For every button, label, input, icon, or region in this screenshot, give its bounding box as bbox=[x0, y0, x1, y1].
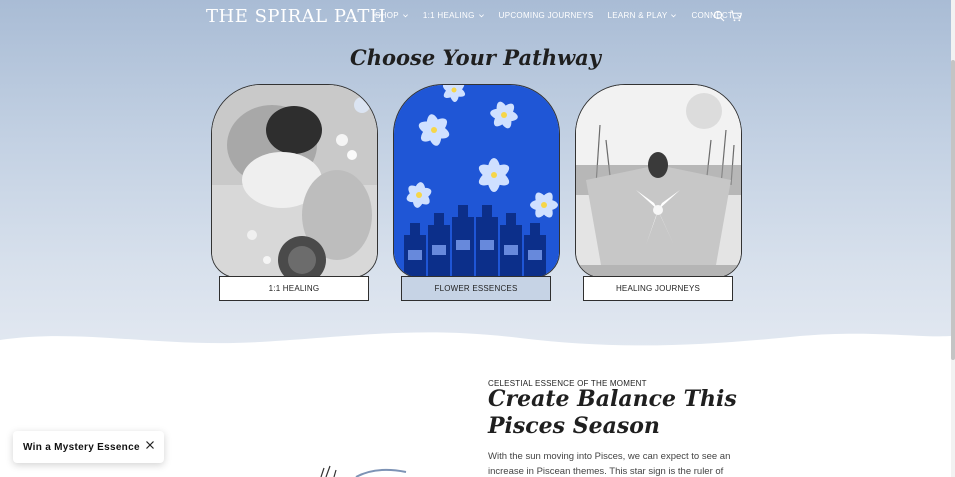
nav-item-learn-play[interactable]: LEARN & PLAY bbox=[608, 11, 678, 20]
nav-item-label: 1:1 HEALING bbox=[422, 11, 475, 20]
nav-item-healing[interactable]: 1:1 HEALING bbox=[423, 11, 485, 20]
popup-text[interactable]: Win a Mystery Essence bbox=[23, 442, 140, 453]
cart-icon[interactable] bbox=[730, 10, 742, 22]
wave-divider bbox=[0, 332, 951, 360]
search-icon[interactable] bbox=[713, 10, 725, 22]
nav-item-label: UPCOMING JOURNEYS bbox=[498, 11, 594, 20]
scrollbar-thumb[interactable] bbox=[951, 60, 955, 360]
pathway-card-flower-essences[interactable]: FLOWER ESSENCES bbox=[393, 84, 560, 302]
nav-item-label: SHOP bbox=[375, 11, 399, 20]
chevron-down-icon bbox=[671, 14, 677, 18]
chevron-down-icon bbox=[402, 14, 408, 18]
nav-item-shop[interactable]: SHOP bbox=[375, 11, 409, 20]
pathway-card-healing-journeys[interactable]: HEALING JOURNEYS bbox=[575, 84, 742, 302]
close-icon[interactable] bbox=[145, 440, 155, 450]
card-button-healing-journeys[interactable]: HEALING JOURNEYS bbox=[583, 276, 733, 301]
main-nav: SHOP 1:1 HEALING UPCOMING JOURNEYS LEARN… bbox=[375, 11, 743, 20]
mystery-essence-popup[interactable]: Win a Mystery Essence bbox=[13, 431, 164, 463]
pathway-card-healing[interactable]: 1:1 HEALING bbox=[211, 84, 378, 302]
card-button-flower-essences[interactable]: FLOWER ESSENCES bbox=[401, 276, 551, 301]
feature-headline: Create Balance This Pisces Season bbox=[488, 386, 737, 439]
feature-illustration bbox=[320, 465, 407, 477]
feature-body: With the sun moving into Pisces, we can … bbox=[488, 451, 731, 477]
card-image-flower-essences[interactable] bbox=[393, 84, 560, 278]
card-image-woman-with-cape[interactable] bbox=[575, 84, 742, 278]
nav-item-label: LEARN & PLAY bbox=[607, 11, 668, 20]
site-logo[interactable]: THE SPIRAL PATH bbox=[206, 6, 386, 28]
nav-item-upcoming-journeys[interactable]: UPCOMING JOURNEYS bbox=[499, 11, 594, 20]
card-image-woman-with-flowers[interactable] bbox=[211, 84, 378, 278]
chevron-down-icon bbox=[478, 14, 484, 18]
section-title: Choose Your Pathway bbox=[350, 45, 601, 70]
card-button-healing[interactable]: 1:1 HEALING bbox=[219, 276, 369, 301]
